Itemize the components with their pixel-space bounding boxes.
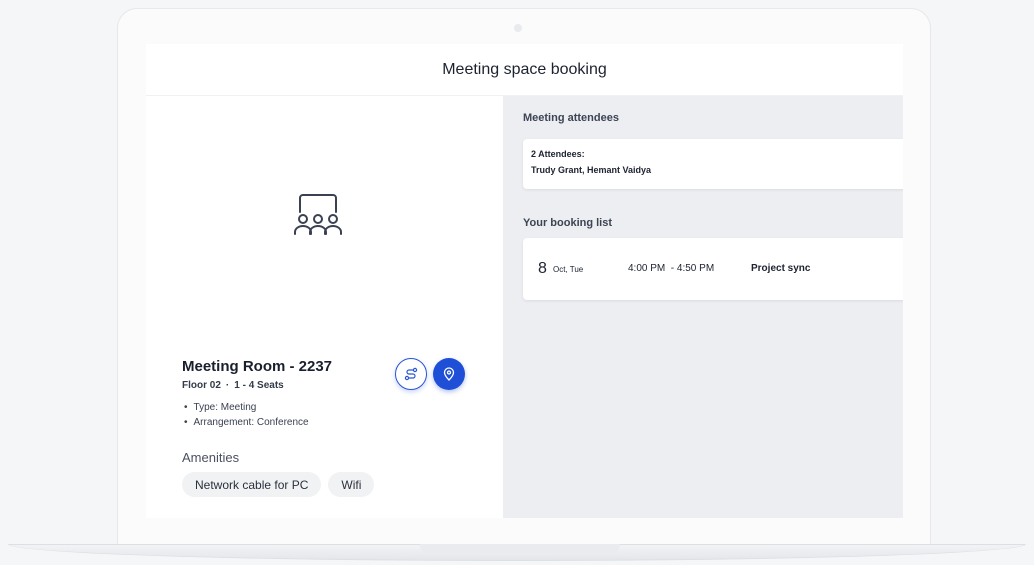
booking-item[interactable]: 8 Oct, Tue 4:00 PM - 4:50 PM Project syn… [523, 238, 903, 300]
attendee-count: 2 Attendees: [531, 149, 585, 159]
room-details-panel: Meeting Room - 2237 Floor 02 · 1 - 4 Seats… [146, 96, 503, 518]
amenity-chip: Wifi [328, 472, 375, 497]
header: Meeting space booking [146, 44, 903, 96]
room-name: Meeting Room - 2237 [182, 358, 333, 375]
booking-panel: Meeting attendees 2 Attendees: Trudy Gra… [503, 96, 903, 518]
room-arrangement: Arrangement: Conference [184, 417, 309, 432]
route-icon [404, 367, 418, 381]
booking-title: Project sync [751, 263, 811, 274]
amenities-list: Network cable for PC Wifi [182, 472, 375, 497]
location-button[interactable] [433, 358, 465, 390]
camera-icon [514, 24, 522, 32]
laptop-notch [420, 544, 620, 553]
attendee-names: Trudy Grant, Hemant Vaidya [531, 165, 652, 175]
booking-time: 4:00 PM - 4:50 PM [628, 263, 715, 274]
attendees-card[interactable]: 2 Attendees: Trudy Grant, Hemant Vaidya [523, 139, 903, 189]
booking-list-title: Your booking list [523, 217, 613, 229]
attendees-title: Meeting attendees [523, 112, 619, 124]
app-screen: Meeting space booking Meeting Room - 223… [146, 44, 903, 518]
room-meta: Floor 02 · 1 - 4 Seats [182, 380, 284, 391]
booking-date: Oct, Tue [553, 265, 584, 274]
booking-day: 8 [538, 260, 547, 277]
directions-button[interactable] [395, 358, 427, 390]
location-pin-icon [443, 367, 455, 381]
seats-label: 1 - 4 Seats [234, 380, 284, 391]
floor-label: Floor 02 [182, 380, 221, 391]
room-attributes: Type: Meeting Arrangement: Conference [184, 402, 309, 432]
page-title: Meeting space booking [442, 60, 607, 78]
room-type: Type: Meeting [184, 402, 309, 417]
meeting-room-icon [294, 194, 342, 235]
amenities-title: Amenities [182, 450, 240, 465]
amenity-chip: Network cable for PC [182, 472, 322, 497]
